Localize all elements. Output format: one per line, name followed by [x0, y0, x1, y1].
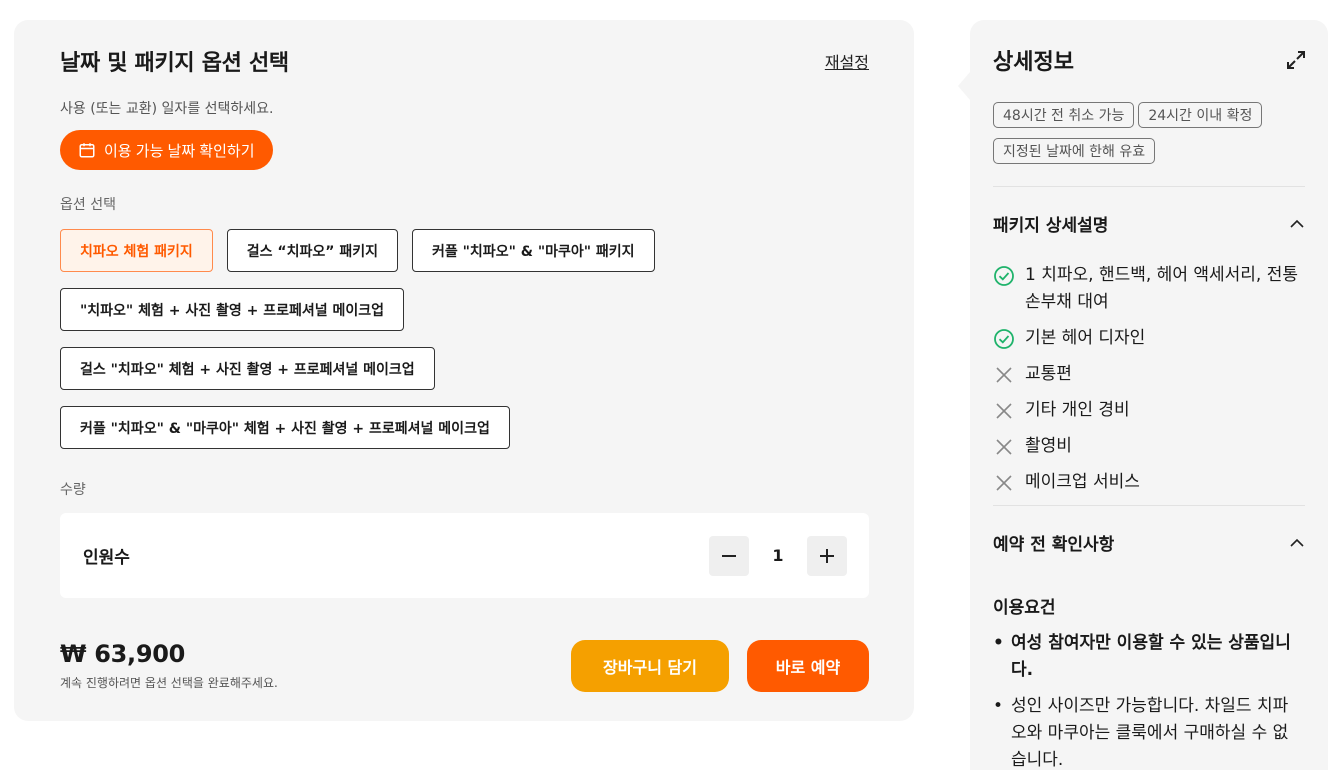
- option-chip[interactable]: 걸스 “치파오” 패키지: [226, 229, 398, 272]
- package-feature-list: 1 치파오, 핸드백, 헤어 액세서리, 전통 손부채 대여기본 헤어 디자인교…: [993, 262, 1306, 496]
- option-row: 치파오 체험 패키지 걸스 “치파오” 패키지 커플 "치파오" & "마쿠아"…: [60, 229, 869, 272]
- booking-options-panel: 날짜 및 패키지 옵션 선택 재설정 사용 (또는 교환) 일자를 선택하세요.…: [14, 20, 914, 721]
- check-dates-button[interactable]: 이용 가능 날짜 확인하기: [60, 130, 273, 170]
- check-circle-icon: [994, 329, 1014, 349]
- action-buttons: 장바구니 담기 바로 예약: [571, 640, 869, 692]
- requirements-list: • 여성 참여자만 이용할 수 있는 상품입니다. • 성인 사이즈만 가능합니다. …: [993, 630, 1306, 774]
- feature-text: 1 치파오, 핸드백, 헤어 액세서리, 전통 손부채 대여: [1025, 265, 1299, 312]
- details-header: 상세정보: [993, 46, 1306, 75]
- book-now-button[interactable]: 바로 예약: [747, 640, 869, 692]
- notice-header[interactable]: 예약 전 확인사항: [993, 530, 1305, 555]
- quantity-value: 1: [772, 546, 784, 565]
- divider: [993, 505, 1305, 506]
- check-circle-icon: [994, 266, 1014, 286]
- check-dates-label: 이용 가능 날짜 확인하기: [104, 142, 255, 160]
- option-row: 걸스 "치파오" 체험 + 사진 촬영 + 프로페셔널 메이크업: [60, 347, 869, 390]
- feature-text: 기타 개인 경비: [1025, 400, 1130, 420]
- details-panel: 상세정보 48시간 전 취소 가능 24시간 이내 확정 지정된 날짜에 한해 …: [958, 20, 1328, 770]
- feature-text: 메이크업 서비스: [1025, 472, 1140, 492]
- calendar-icon: [79, 143, 95, 158]
- price: ₩ 63,900: [60, 640, 186, 668]
- package-details-header[interactable]: 패키지 상세설명: [993, 211, 1305, 236]
- quantity-item-name: 인원수: [83, 548, 130, 568]
- quantity-stepper: 1: [709, 535, 847, 576]
- option-row: 커플 "치파오" & "마쿠아" 체험 + 사진 촬영 + 프로페셔널 메이크업: [60, 406, 869, 449]
- confirm-tag: 24시간 이내 확정: [1138, 102, 1263, 128]
- reset-link[interactable]: 재설정: [825, 49, 869, 73]
- minus-icon: [722, 554, 736, 557]
- package-details-title: 패키지 상세설명: [993, 216, 1109, 236]
- validity-tag: 지정된 날짜에 한해 유효: [993, 138, 1156, 164]
- notice-title: 예약 전 확인사항: [993, 535, 1115, 555]
- date-prompt: 사용 (또는 교환) 일자를 선택하세요.: [60, 101, 274, 117]
- cancel-tag: 48시간 전 취소 가능: [993, 102, 1135, 128]
- requirement-item: • 여성 참여자만 이용할 수 있는 상품입니다.: [993, 630, 1293, 684]
- booking-footer: ₩ 63,900 계속 진행하려면 옵션 선택을 완료해주세요. 장바구니 담기…: [60, 640, 869, 692]
- feature-item: 기타 개인 경비: [993, 397, 1305, 424]
- chevron-up-icon: [1290, 538, 1304, 547]
- price-note: 계속 진행하려면 옵션 선택을 완료해주세요.: [60, 676, 278, 690]
- plus-icon: [820, 548, 834, 563]
- option-row: "치파오" 체험 + 사진 촬영 + 프로페셔널 메이크업: [60, 288, 869, 331]
- cross-icon: [996, 367, 1012, 383]
- divider: [993, 186, 1305, 187]
- expand-icon[interactable]: [1286, 50, 1306, 70]
- increment-button[interactable]: [807, 535, 847, 576]
- feature-item: 메이크업 서비스: [993, 469, 1305, 496]
- policy-tags: 48시간 전 취소 가능 24시간 이내 확정 지정된 날짜에 한해 유효: [993, 102, 1303, 164]
- decrement-button[interactable]: [709, 535, 749, 576]
- feature-item: 기본 헤어 디자인: [993, 325, 1305, 352]
- quantity-box: 인원수 1: [60, 513, 869, 598]
- feature-text: 촬영비: [1025, 436, 1072, 456]
- feature-item: 교통편: [993, 361, 1305, 388]
- option-chip[interactable]: 커플 "치파오" & "마쿠아" 패키지: [412, 229, 655, 272]
- booking-title: 날짜 및 패키지 옵션 선택: [60, 51, 289, 76]
- price-block: ₩ 63,900 계속 진행하려면 옵션 선택을 완료해주세요.: [60, 640, 278, 691]
- quantity-label: 수량: [60, 482, 86, 498]
- panel-pointer: [958, 72, 970, 100]
- requirements-title: 이용요건: [993, 598, 1056, 618]
- cross-icon: [996, 475, 1012, 491]
- requirement-text: 여성 참여자만 이용할 수 있는 상품입니다.: [1011, 633, 1291, 680]
- bullet-dot: •: [993, 633, 1004, 653]
- details-title: 상세정보: [993, 50, 1074, 75]
- option-chip[interactable]: 걸스 "치파오" 체험 + 사진 촬영 + 프로페셔널 메이크업: [60, 347, 435, 390]
- feature-item: 1 치파오, 핸드백, 헤어 액세서리, 전통 손부채 대여: [993, 262, 1305, 316]
- option-chip[interactable]: "치파오" 체험 + 사진 촬영 + 프로페셔널 메이크업: [60, 288, 405, 331]
- booking-header: 날짜 및 패키지 옵션 선택 재설정: [60, 48, 869, 76]
- cross-icon: [996, 403, 1012, 419]
- add-to-cart-button[interactable]: 장바구니 담기: [571, 640, 729, 692]
- chevron-up-icon: [1290, 219, 1304, 228]
- cross-icon: [996, 439, 1012, 455]
- bullet-dot: •: [993, 696, 1004, 716]
- options-label: 옵션 선택: [60, 197, 116, 213]
- option-chip-selected[interactable]: 치파오 체험 패키지: [60, 229, 213, 272]
- option-chip[interactable]: 커플 "치파오" & "마쿠아" 체험 + 사진 촬영 + 프로페셔널 메이크업: [60, 406, 510, 449]
- requirement-text: 성인 사이즈만 가능합니다. 차일드 치파오와 마쿠아는 클룩에서 구매하실 수…: [1011, 696, 1289, 770]
- requirement-item: • 성인 사이즈만 가능합니다. 차일드 치파오와 마쿠아는 클룩에서 구매하실 …: [993, 693, 1293, 774]
- feature-item: 촬영비: [993, 433, 1305, 460]
- feature-text: 교통편: [1025, 364, 1072, 384]
- feature-text: 기본 헤어 디자인: [1025, 328, 1146, 348]
